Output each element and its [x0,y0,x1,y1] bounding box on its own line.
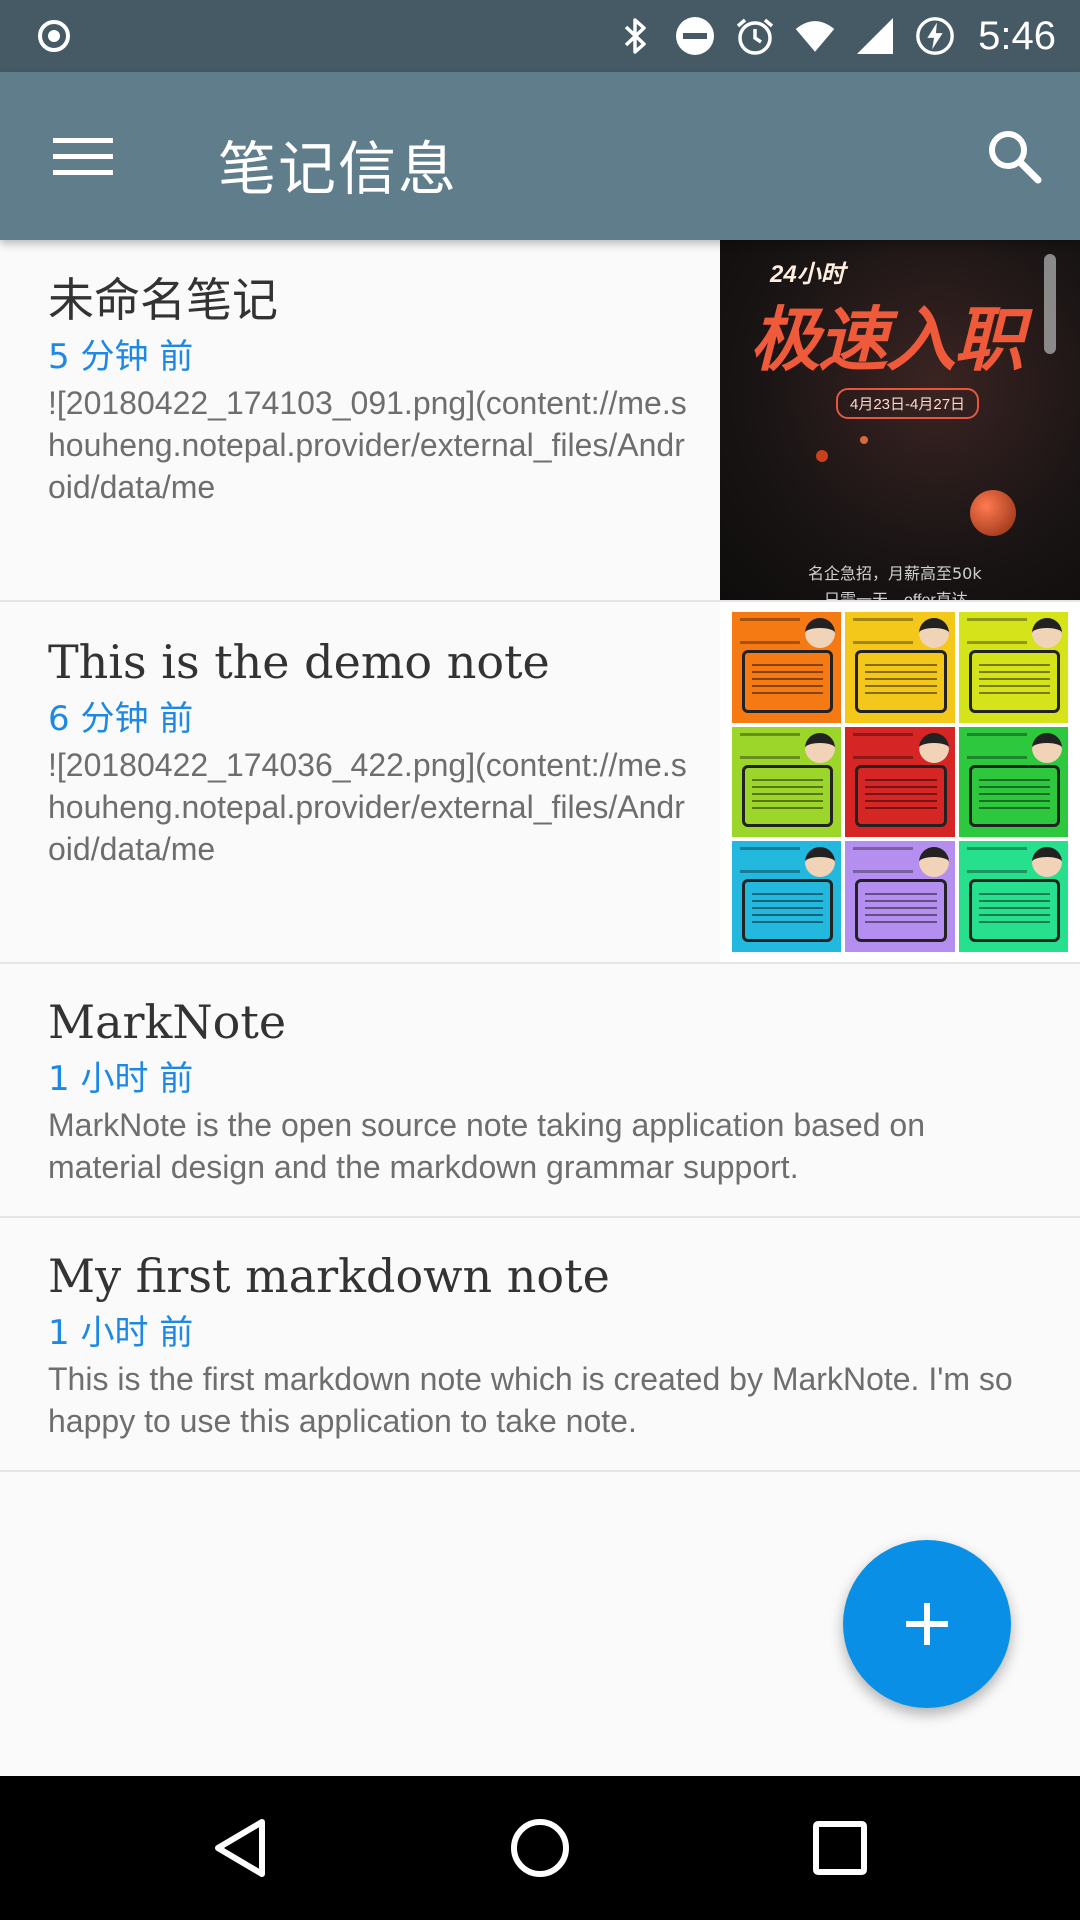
note-title: My first markdown note [48,1249,610,1303]
thumbnail-tile [845,726,955,838]
thumbnail-tile [732,726,842,838]
page-title: 笔记信息 [218,135,459,203]
bluetooth-icon [614,15,656,57]
note-title: 未命名笔记 [48,273,278,327]
note-time: 5 分钟 前 [48,337,194,377]
app-bar: 笔记信息 [0,72,1080,240]
tile-text [853,847,914,874]
tile-lines [752,664,824,698]
cartoon-face [918,847,949,878]
cartoon-face [805,732,836,763]
add-icon [906,1603,948,1645]
cartoon-face [918,618,949,648]
tile-text [966,732,1027,759]
thumbnail-tile [845,841,955,952]
tile-text [740,618,800,644]
scrollbar-thumb[interactable] [1044,254,1056,354]
tile-text [740,847,800,874]
tile-lines [865,893,937,928]
note-item[interactable]: MarkNote 1 小时 前 MarkNote is the open sou… [0,964,1080,1218]
tile-text [966,618,1027,644]
note-preview: MarkNote is the open source note taking … [48,1107,925,1185]
tile-text [740,732,800,759]
do-not-disturb-icon [674,15,716,57]
note-time: 1 小时 前 [48,1313,194,1353]
tile-lines [978,778,1050,813]
note-list: 未命名笔记 5 分钟 前 ![20180422_174103_091.png](… [0,240,1080,1472]
record-icon [36,18,72,59]
thumbnail-tile [845,612,955,723]
note-preview: ![20180422_174103_091.png](content://me.… [48,385,687,505]
wifi-icon [794,15,836,57]
thumbnail-date: 4月23日-4月27日 [836,388,980,419]
add-note-button[interactable] [843,1540,1011,1708]
recents-icon[interactable] [800,1808,880,1888]
thumbnail-tile [958,726,1068,838]
back-icon[interactable] [200,1808,280,1888]
cartoon-face [805,847,836,878]
note-thumbnail: 24小时 极速入职 4月23日-4月27日 名企急招，月薪高至50k 只需一天，… [720,240,1080,600]
tile-lines [752,893,824,928]
tile-lines [978,664,1050,698]
cartoon-face [1032,847,1062,878]
alarm-icon [734,15,776,57]
note-item[interactable]: My first markdown note 1 小时 前 This is th… [0,1218,1080,1472]
note-title: This is the demo note [48,635,550,689]
navigation-bar [0,1776,1080,1920]
thumbnail-tile [732,612,842,723]
note-thumbnail [720,602,1080,962]
note-time: 6 分钟 前 [48,699,194,739]
note-title: MarkNote [48,995,287,1049]
cell-signal-icon [854,15,896,57]
thumbnail-tile [958,612,1068,723]
note-item[interactable]: This is the demo note 6 分钟 前 ![20180422_… [0,602,1080,964]
home-icon[interactable] [500,1808,580,1888]
thumbnail-subtitle: 名企急招，月薪高至50k [808,564,982,583]
battery-charging-icon [914,15,956,57]
cartoon-face [805,618,836,648]
tile-text [853,732,914,759]
status-time: 5:46 [978,13,1056,58]
tile-lines [752,778,824,813]
menu-icon[interactable] [38,118,128,194]
status-bar: 5:46 [0,0,1080,72]
planet-graphic [860,436,868,444]
tile-text [966,847,1027,874]
search-icon[interactable] [974,116,1054,196]
cartoon-face [1032,732,1062,763]
note-preview: This is the first markdown note which is… [48,1361,1013,1439]
tile-lines [865,778,937,813]
tile-lines [865,664,937,698]
planet-graphic [816,450,828,462]
tile-text [853,618,914,644]
thumbnail-tile [958,841,1068,952]
cartoon-face [1032,618,1062,648]
thumbnail-headline: 极速入职 [750,299,1024,381]
planet-graphic [970,490,1016,536]
cartoon-face [918,732,949,763]
note-item[interactable]: 未命名笔记 5 分钟 前 ![20180422_174103_091.png](… [0,240,1080,602]
note-time: 1 小时 前 [48,1059,194,1099]
thumbnail-tile [732,841,842,952]
tile-lines [978,893,1050,928]
note-preview: ![20180422_174036_422.png](content://me.… [48,747,687,867]
thumbnail-subtitle: 只需一天，offer直达 [824,586,968,600]
